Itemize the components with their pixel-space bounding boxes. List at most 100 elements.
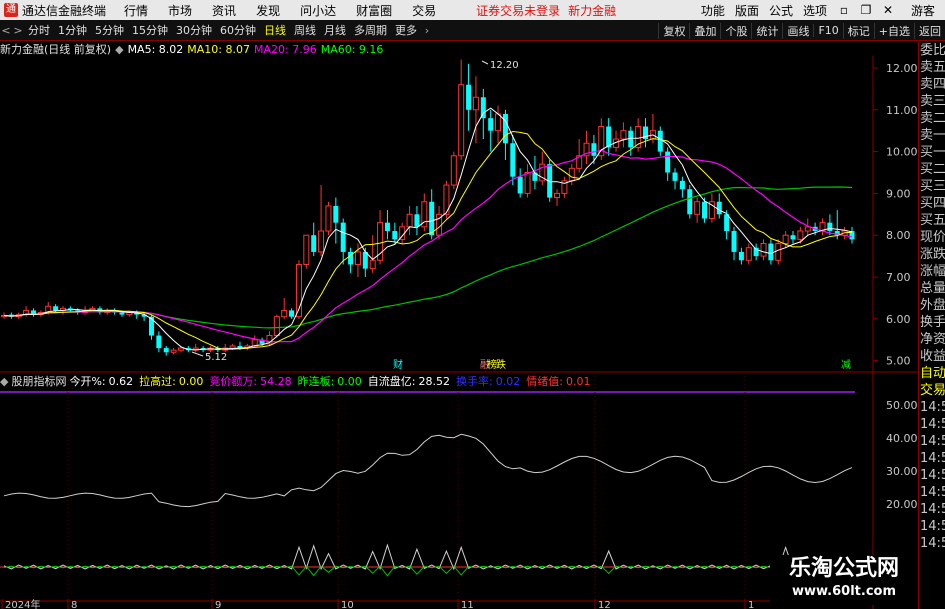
menu-item-news[interactable]: 资讯 xyxy=(212,2,236,19)
candle-body[interactable] xyxy=(325,205,332,232)
candle-body[interactable] xyxy=(775,243,782,261)
menu-item-discover[interactable]: 发现 xyxy=(256,2,280,19)
add-watchlist-button[interactable]: +自选 xyxy=(873,22,914,39)
candle-body[interactable] xyxy=(687,189,693,215)
candle-body[interactable] xyxy=(429,201,435,236)
candle-body[interactable] xyxy=(702,201,708,219)
candle-body[interactable] xyxy=(392,231,398,240)
forward-arrow-icon[interactable]: > xyxy=(12,24,24,37)
candle-body[interactable] xyxy=(318,230,325,253)
overlay-button[interactable]: 叠加 xyxy=(689,22,720,39)
tab-period-intraday[interactable]: 分时 xyxy=(24,22,54,38)
sidebar-item-20[interactable]: 交易 xyxy=(919,382,945,399)
candle-body[interactable] xyxy=(414,214,420,227)
guest-user[interactable]: 游客 xyxy=(911,2,935,19)
tab-period-more[interactable]: 更多 xyxy=(391,22,421,38)
candle-body[interactable] xyxy=(804,226,811,232)
candle-body[interactable] xyxy=(745,247,752,261)
candle-body[interactable] xyxy=(369,259,376,270)
candle-body[interactable] xyxy=(679,180,685,190)
indicator-toggle-icon[interactable]: ◆ xyxy=(0,375,8,388)
candle-body[interactable] xyxy=(466,84,472,110)
tab-period-30min[interactable]: 30分钟 xyxy=(172,22,216,38)
candle-body[interactable] xyxy=(606,126,612,148)
mark-button[interactable]: 标记 xyxy=(842,22,874,39)
candle-body[interactable] xyxy=(731,231,737,252)
candle-body[interactable] xyxy=(156,335,162,349)
candle-body[interactable] xyxy=(716,201,722,215)
candle-body[interactable] xyxy=(591,143,597,156)
close-icon[interactable]: ✕ xyxy=(881,3,895,17)
candle-body[interactable] xyxy=(273,316,280,337)
restore-rights-button[interactable]: 复权 xyxy=(658,22,689,39)
candle-body[interactable] xyxy=(724,214,730,232)
return-button[interactable]: 返回 xyxy=(914,22,945,39)
candle-body[interactable] xyxy=(768,243,774,261)
candle-body[interactable] xyxy=(620,130,627,140)
candle-body[interactable] xyxy=(790,235,796,240)
candle-body[interactable] xyxy=(311,235,317,252)
candle-body[interactable] xyxy=(458,84,465,157)
menu-item-market[interactable]: 行情 xyxy=(124,2,148,19)
candle-body[interactable] xyxy=(354,251,361,265)
candle-body[interactable] xyxy=(495,113,502,132)
menu-item-trade[interactable]: 交易 xyxy=(412,2,436,19)
tab-period-15min[interactable]: 15分钟 xyxy=(128,22,172,38)
candle-body[interactable] xyxy=(472,96,479,111)
candle-body[interactable] xyxy=(177,347,184,351)
tab-period-daily[interactable]: 日线 xyxy=(260,22,290,38)
candle-body[interactable] xyxy=(782,234,789,245)
candle-body[interactable] xyxy=(694,201,701,215)
candle-body[interactable] xyxy=(229,345,236,349)
candle-body[interactable] xyxy=(502,113,508,144)
sidebar-item-19[interactable]: 自动 xyxy=(919,365,945,382)
candle-body[interactable] xyxy=(517,176,523,194)
candle-body[interactable] xyxy=(510,143,516,177)
candle-body[interactable] xyxy=(384,222,390,232)
candle-body[interactable] xyxy=(488,118,494,131)
stock-button[interactable]: 个股 xyxy=(720,22,751,39)
menu-item-markets[interactable]: 市场 xyxy=(168,2,192,19)
back-arrow-icon[interactable]: < xyxy=(0,24,12,37)
event-mark-fall[interactable]: 跌 xyxy=(496,358,506,371)
candle-body[interactable] xyxy=(289,310,295,317)
tab-period-weekly[interactable]: 周线 xyxy=(290,22,320,38)
candle-body[interactable] xyxy=(281,309,288,318)
event-mark-reduce[interactable]: 减 xyxy=(841,359,851,371)
kline-chart[interactable]: 12.20 5.12 财 融 榜 跌 减 12.0011.0010.009.00… xyxy=(0,56,918,609)
candle-body[interactable] xyxy=(362,251,368,269)
candle-body[interactable] xyxy=(827,222,833,232)
menu-item-ask[interactable]: 问小达 xyxy=(300,2,336,19)
candle-body[interactable] xyxy=(450,155,457,186)
menu-item-layout[interactable]: 版面 xyxy=(735,2,759,19)
tab-period-1min[interactable]: 1分钟 xyxy=(54,22,91,38)
candle-body[interactable] xyxy=(657,130,663,152)
minimize-icon[interactable]: ▫ xyxy=(837,3,851,17)
f10-button[interactable]: F10 xyxy=(813,24,842,37)
candle-body[interactable] xyxy=(53,306,59,311)
candle-body[interactable] xyxy=(148,316,154,336)
candle-body[interactable] xyxy=(760,243,767,257)
candle-body[interactable] xyxy=(119,312,125,315)
ma-toggle-icon[interactable]: ◆ xyxy=(115,43,123,56)
draw-line-button[interactable]: 画线 xyxy=(782,22,813,39)
candle-body[interactable] xyxy=(665,151,671,173)
candle-body[interactable] xyxy=(568,167,575,182)
candle-body[interactable] xyxy=(303,234,310,265)
event-mark-finance[interactable]: 财 xyxy=(393,358,403,371)
candle-body[interactable] xyxy=(797,230,804,240)
candle-body[interactable] xyxy=(738,251,744,261)
candle-body[interactable] xyxy=(554,192,561,199)
candle-body[interactable] xyxy=(333,205,339,223)
candle-body[interactable] xyxy=(524,172,531,194)
menu-item-formula[interactable]: 公式 xyxy=(769,2,793,19)
candle-body[interactable] xyxy=(406,213,413,228)
tab-period-60min[interactable]: 60分钟 xyxy=(216,22,260,38)
candle-body[interactable] xyxy=(170,349,177,353)
tab-period-monthly[interactable]: 月线 xyxy=(320,22,350,38)
candle-body[interactable] xyxy=(480,97,486,119)
menu-item-wealth[interactable]: 财富圈 xyxy=(356,2,392,19)
candle-body[interactable] xyxy=(340,222,346,252)
candle-body[interactable] xyxy=(672,172,678,181)
stats-button[interactable]: 统计 xyxy=(751,22,782,39)
